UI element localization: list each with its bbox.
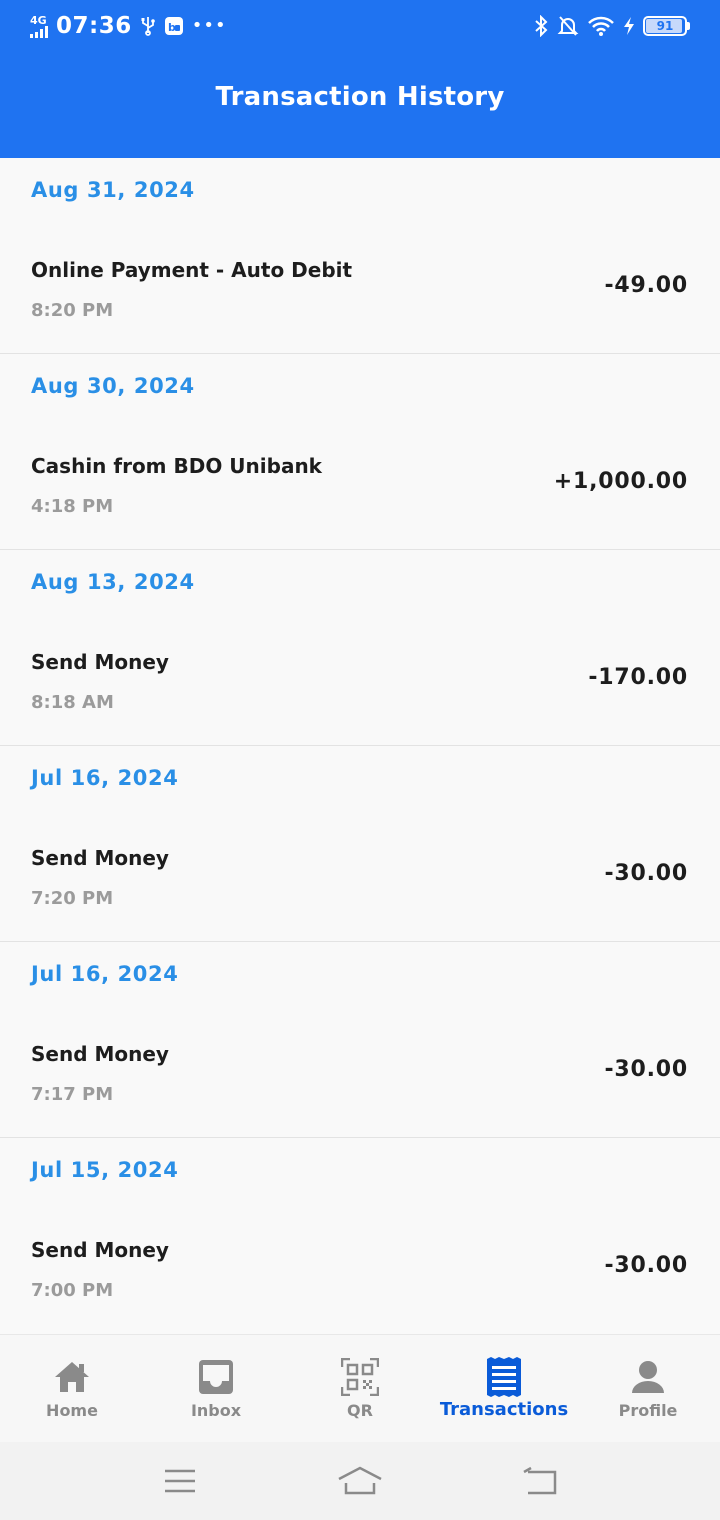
usb-icon: [140, 16, 156, 36]
transaction-time: 7:00 PM: [31, 1280, 114, 1301]
back-button[interactable]: [510, 1461, 570, 1501]
transaction-amount: +1,000.00: [553, 469, 688, 494]
transaction-row[interactable]: Cashin from BDO Unibank 4:18 PM +1,000.0…: [0, 449, 720, 529]
nav-home[interactable]: Home: [0, 1335, 144, 1442]
charging-bolt-icon: [623, 16, 635, 36]
inbox-icon: [196, 1357, 236, 1397]
transaction-title: Online Payment - Auto Debit: [31, 258, 353, 282]
nav-profile[interactable]: Profile: [576, 1335, 720, 1442]
qr-icon: [340, 1357, 380, 1397]
app-header: 4G 07:36 b ••• 91 Transaction History: [0, 0, 720, 158]
transaction-group: Aug 30, 2024 Cashin from BDO Unibank 4:1…: [0, 354, 720, 550]
nav-home-label: Home: [46, 1401, 98, 1420]
transaction-group: Jul 16, 2024 Send Money 7:17 PM -30.00: [0, 942, 720, 1138]
transaction-amount: -30.00: [604, 1057, 688, 1082]
home-system-button[interactable]: [330, 1461, 390, 1501]
status-right: 91: [533, 15, 690, 37]
group-date: Jul 16, 2024: [31, 766, 179, 790]
transaction-title: Send Money: [31, 846, 169, 870]
nav-transactions[interactable]: Transactions: [432, 1335, 576, 1442]
system-navigation-bar: [0, 1442, 720, 1520]
transaction-title: Cashin from BDO Unibank: [31, 454, 322, 478]
group-date: Aug 13, 2024: [31, 570, 195, 594]
transaction-time: 7:17 PM: [31, 1084, 114, 1105]
home-icon: [52, 1357, 92, 1397]
transaction-title: Send Money: [31, 1042, 169, 1066]
cellular-signal-icon: 4G: [30, 15, 48, 38]
profile-icon: [628, 1357, 668, 1397]
network-type-label: 4G: [30, 13, 47, 27]
transaction-row[interactable]: Online Payment - Auto Debit 8:20 PM -49.…: [0, 253, 720, 333]
group-date: Jul 16, 2024: [31, 962, 179, 986]
nav-qr-label: QR: [347, 1401, 373, 1420]
status-left: 4G 07:36 b •••: [30, 13, 227, 39]
battery-level: 91: [656, 19, 674, 33]
transaction-row[interactable]: Send Money 7:20 PM -30.00: [0, 841, 720, 921]
transaction-list[interactable]: Aug 31, 2024 Online Payment - Auto Debit…: [0, 158, 720, 1334]
page-title: Transaction History: [215, 82, 505, 112]
data-saver-icon: b: [164, 16, 184, 36]
nav-qr[interactable]: QR: [288, 1335, 432, 1442]
transaction-group: Jul 16, 2024 Send Money 7:20 PM -30.00: [0, 746, 720, 942]
recent-apps-button[interactable]: [150, 1461, 210, 1501]
group-date: Jul 15, 2024: [31, 1158, 179, 1182]
transaction-title: Send Money: [31, 1238, 169, 1262]
transaction-amount: -49.00: [604, 273, 688, 298]
silent-bell-icon: [557, 15, 579, 37]
svg-text:b: b: [168, 21, 176, 34]
menu-icon: [165, 1469, 195, 1493]
battery-icon: 91: [643, 16, 690, 36]
group-date: Aug 30, 2024: [31, 374, 195, 398]
transaction-title: Send Money: [31, 650, 169, 674]
transaction-group: Aug 31, 2024 Online Payment - Auto Debit…: [0, 158, 720, 354]
transaction-amount: -30.00: [604, 861, 688, 886]
home-outline-icon: [338, 1466, 382, 1495]
nav-inbox-label: Inbox: [190, 1401, 242, 1420]
receipt-icon: [484, 1357, 524, 1397]
transaction-row[interactable]: Send Money 8:18 AM -170.00: [0, 645, 720, 725]
back-icon: [523, 1466, 557, 1495]
transaction-time: 4:18 PM: [31, 496, 114, 517]
status-time: 07:36: [56, 13, 132, 39]
nav-profile-label: Profile: [618, 1401, 678, 1420]
transaction-group: Jul 15, 2024 Send Money 7:00 PM -30.00: [0, 1138, 720, 1334]
transaction-time: 8:20 PM: [31, 300, 114, 321]
status-bar: 4G 07:36 b ••• 91: [0, 0, 720, 52]
wifi-icon: [587, 15, 615, 37]
transaction-group: Aug 13, 2024 Send Money 8:18 AM -170.00: [0, 550, 720, 746]
transaction-amount: -30.00: [604, 1253, 688, 1278]
bottom-navigation: Home Inbox QR Transactions Profile: [0, 1334, 720, 1442]
bluetooth-icon: [533, 15, 549, 37]
group-date: Aug 31, 2024: [31, 178, 195, 202]
more-notifications-icon: •••: [191, 15, 227, 36]
transaction-time: 8:18 AM: [31, 692, 114, 713]
transaction-amount: -170.00: [588, 665, 688, 690]
transaction-time: 7:20 PM: [31, 888, 114, 909]
transaction-row[interactable]: Send Money 7:00 PM -30.00: [0, 1233, 720, 1313]
nav-transactions-label: Transactions: [439, 1399, 569, 1420]
nav-inbox[interactable]: Inbox: [144, 1335, 288, 1442]
transaction-row[interactable]: Send Money 7:17 PM -30.00: [0, 1037, 720, 1117]
